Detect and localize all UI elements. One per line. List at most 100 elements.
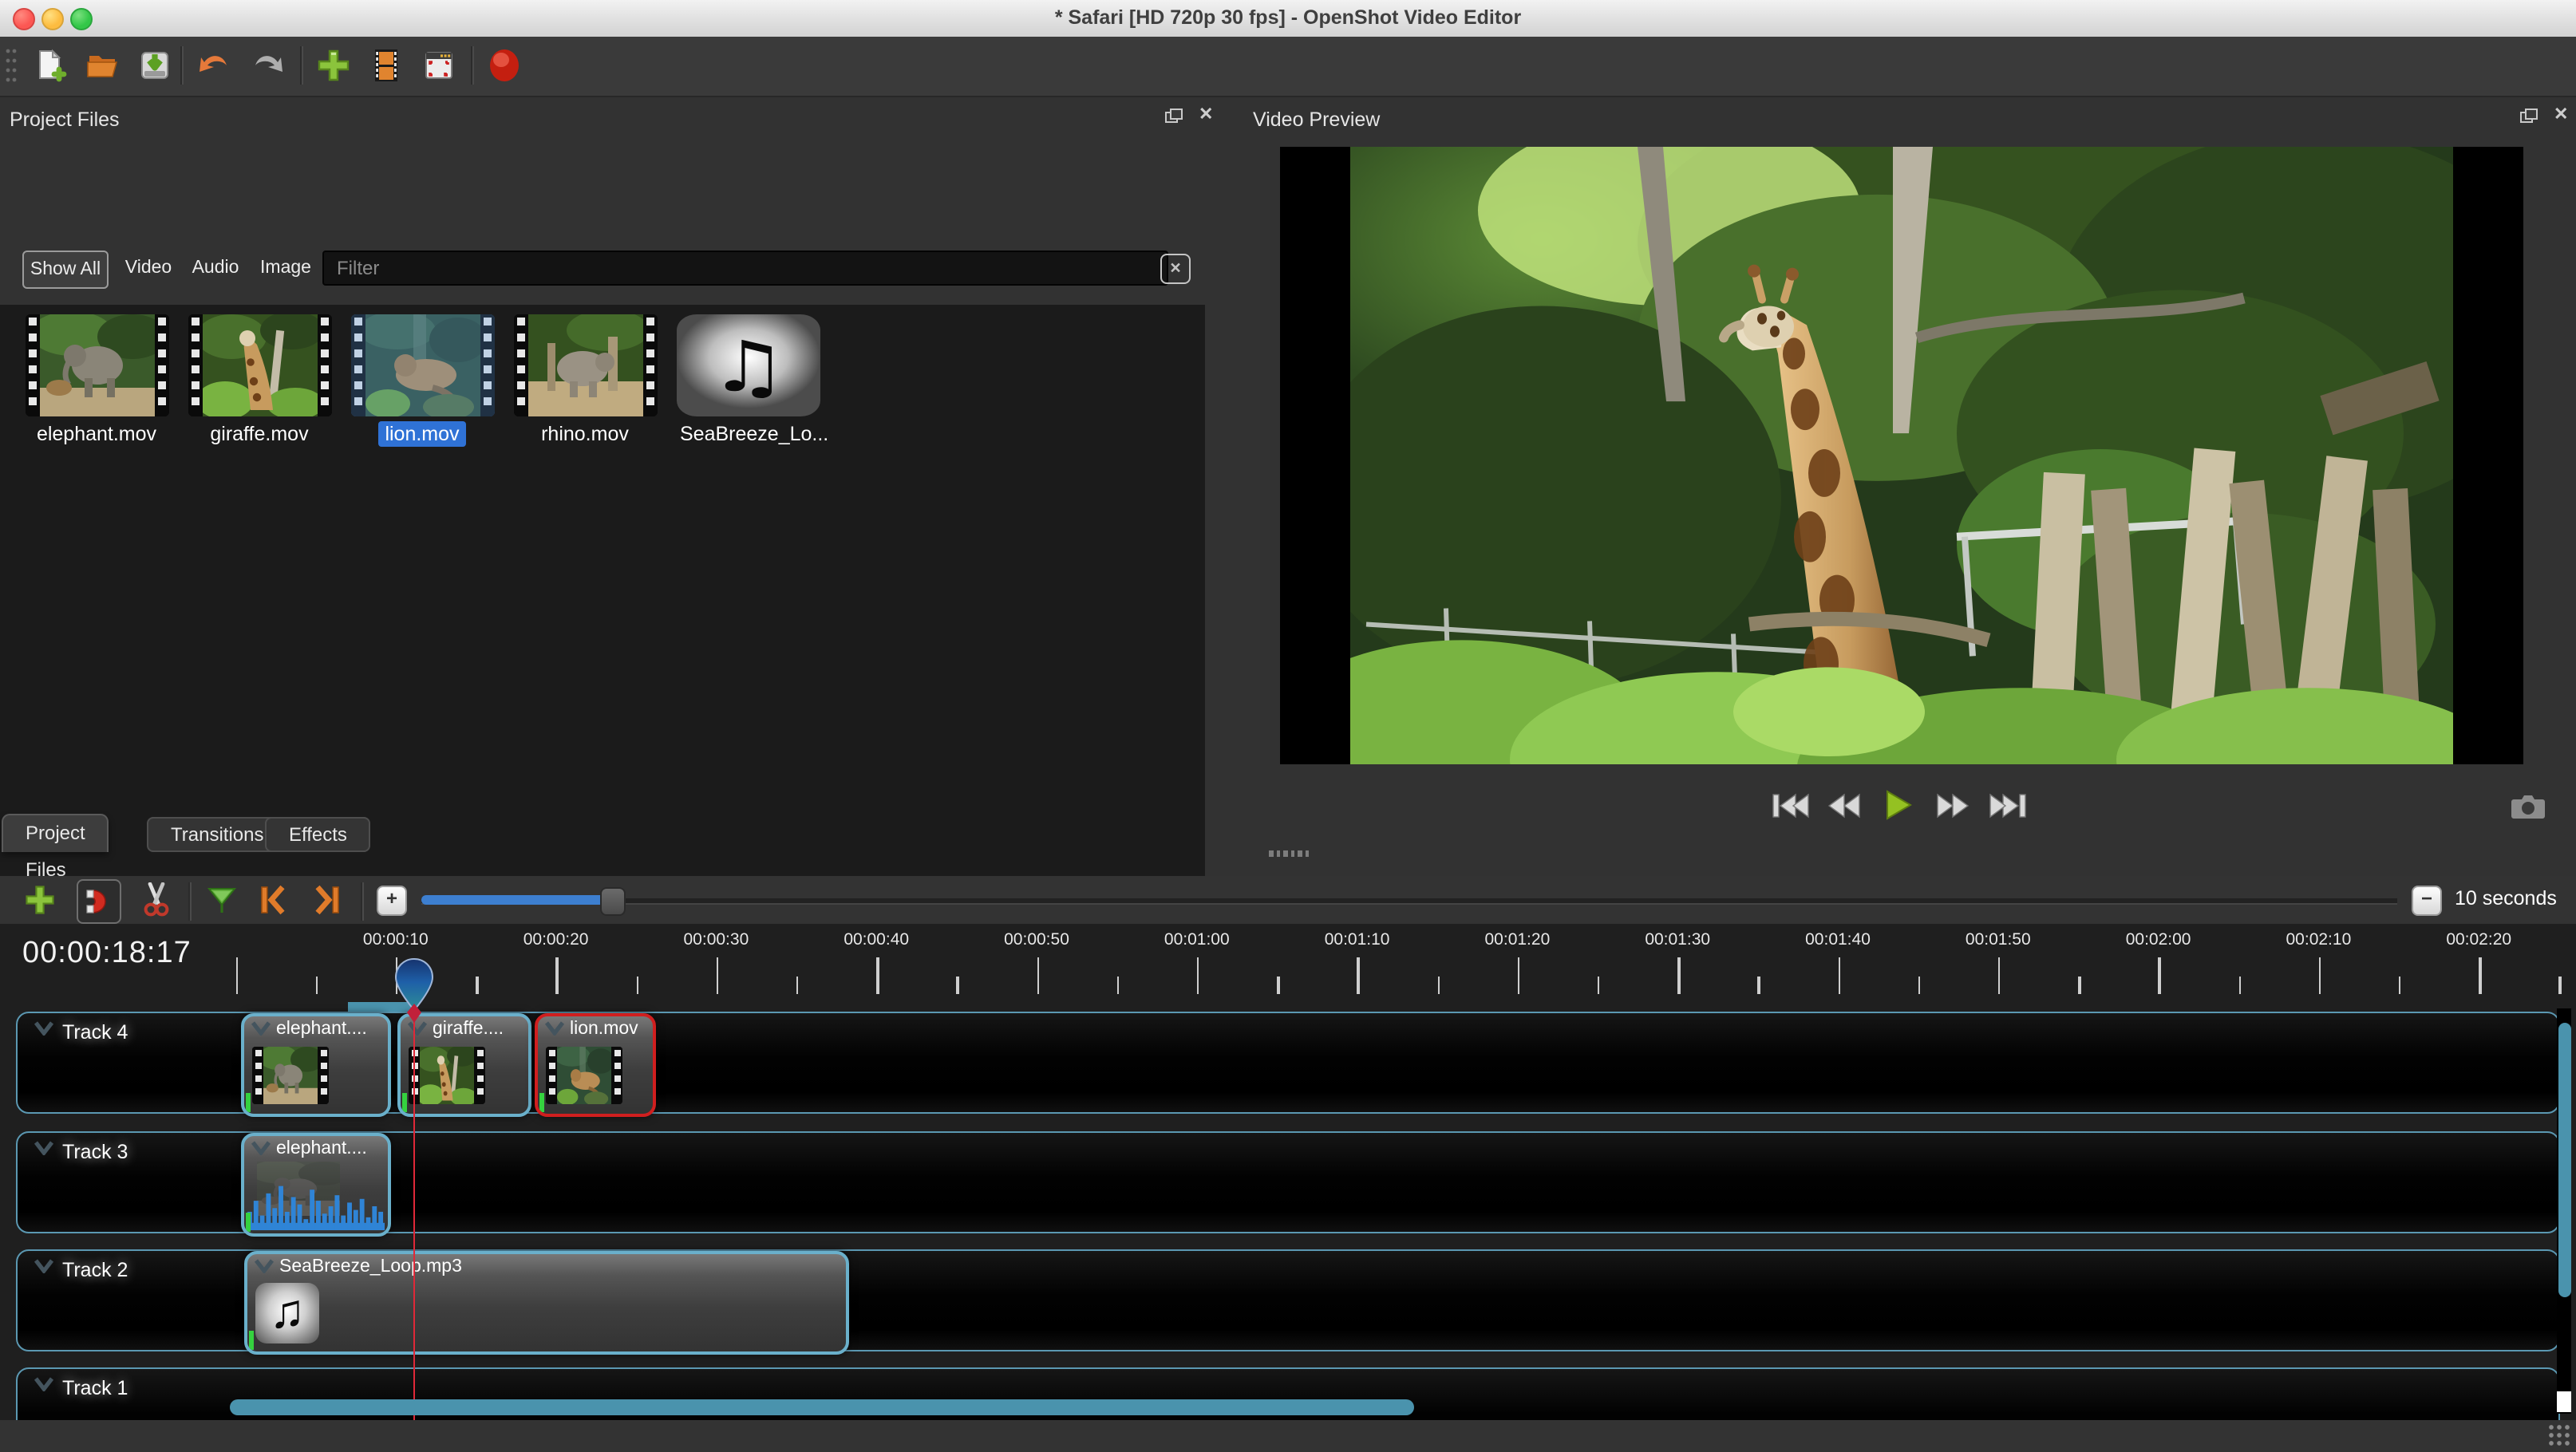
razor-tool-button[interactable] (136, 879, 177, 921)
playhead-marker[interactable] (393, 957, 436, 1024)
undo-button[interactable] (193, 45, 235, 86)
jump-end-icon (1989, 792, 2025, 818)
add-track-button[interactable] (19, 879, 61, 921)
chevron-down-icon[interactable] (34, 1021, 54, 1036)
new-project-button[interactable] (29, 45, 70, 86)
ruler-major-tick (555, 957, 559, 994)
zoom-in-button[interactable]: + (377, 886, 407, 916)
vertical-scrollbar-thumb[interactable] (2558, 1023, 2570, 1297)
rhino-thumbnail (513, 314, 657, 416)
export-video-button[interactable] (484, 45, 525, 86)
ruler-major-tick (1677, 957, 1681, 994)
playhead-line (413, 1007, 416, 1420)
chevron-down-icon[interactable] (34, 1141, 54, 1155)
chevron-down-icon[interactable] (254, 1259, 275, 1273)
ruler-minor-tick (796, 977, 799, 994)
ruler-major-tick (2318, 957, 2321, 994)
filmstrip-holes (642, 314, 657, 416)
jump-start-button[interactable] (1768, 788, 1811, 822)
ruler-time-label: 00:01:00 (1164, 930, 1230, 949)
file-item[interactable]: rhino.mov (511, 314, 659, 445)
files-area: elephant.mov giraffe.mov lion.mov rhino.mov… (0, 305, 1205, 906)
close-panel-icon[interactable]: ✕ (2554, 104, 2568, 124)
tab-project-files[interactable]: Project Files (2, 814, 109, 881)
filter-show-all-button[interactable]: Show All (22, 251, 109, 289)
horizontal-scrollbar-thumb[interactable] (230, 1399, 1414, 1415)
file-name-label: rhino.mov (511, 423, 659, 445)
chevron-down-icon[interactable] (34, 1259, 54, 1273)
vertical-scrollbar[interactable] (2557, 1008, 2571, 1414)
filmstrip-holes (318, 1047, 329, 1104)
zoom-out-button[interactable]: − (2412, 886, 2442, 916)
timeline-clip[interactable]: elephant.... (241, 1133, 391, 1237)
ruler-major-tick (1037, 957, 1039, 994)
choose-profile-button[interactable] (365, 45, 407, 86)
chevron-down-icon[interactable] (251, 1141, 271, 1155)
lion-thumbnail (350, 314, 494, 416)
add-marker-button[interactable] (201, 879, 243, 921)
ruler-minor-tick (2398, 977, 2401, 994)
ruler-time-label: 00:00:20 (523, 930, 589, 949)
ruler-time-label: 00:00:40 (844, 930, 910, 949)
timeline-clip[interactable]: SeaBreeze_Loop.mp3 ♫ (244, 1251, 849, 1355)
snapshot-button[interactable] (2511, 793, 2546, 820)
timeline-clip[interactable]: lion.mov (535, 1013, 656, 1117)
save-project-button[interactable] (134, 45, 176, 86)
zoom-slider-handle[interactable] (600, 887, 626, 916)
project-files-panel-title: Project Files (10, 109, 120, 131)
window-title: * Safari [HD 720p 30 fps] - OpenShot Vid… (1054, 6, 1522, 29)
import-files-icon (318, 49, 350, 81)
tab-effects[interactable]: Effects (265, 817, 371, 852)
ruler-time-label: 00:01:10 (1324, 930, 1390, 949)
ruler-time-label: 00:01:40 (1805, 930, 1871, 949)
close-panel-icon[interactable]: ✕ (1199, 104, 1213, 124)
zoom-slider-track[interactable] (421, 898, 2397, 905)
play-button[interactable] (1877, 788, 1920, 822)
toolbar-drag-handle[interactable] (5, 46, 18, 85)
fast-forward-button[interactable] (1931, 788, 1974, 822)
ruler-major-tick (2158, 957, 2161, 994)
chevron-down-icon[interactable] (34, 1377, 54, 1391)
ruler-minor-tick (1918, 977, 1921, 994)
ruler-minor-tick (1277, 977, 1280, 994)
ruler-major-tick (1196, 957, 1199, 994)
open-project-button[interactable] (81, 45, 123, 86)
snapping-toggle-button[interactable] (77, 879, 121, 924)
chevron-down-icon[interactable] (544, 1021, 565, 1036)
file-item[interactable]: giraffe.mov (185, 314, 334, 445)
file-item[interactable]: lion.mov (348, 314, 496, 447)
filter-audio-button[interactable]: Audio (185, 251, 246, 286)
float-panel-icon[interactable] (1165, 109, 1183, 124)
float-panel-icon[interactable] (2520, 109, 2538, 124)
panel-splitter-handle[interactable] (1269, 850, 1309, 857)
filter-input[interactable] (322, 251, 1168, 286)
ruler-time-label: 00:00:10 (362, 930, 429, 949)
fullscreen-button[interactable] (418, 45, 460, 86)
svg-text:♫: ♫ (709, 327, 788, 408)
timeline-clip[interactable]: giraffe.... (397, 1013, 531, 1117)
filmstrip-holes (188, 314, 202, 416)
ruler-minor-tick (2078, 977, 2081, 994)
redo-button[interactable] (247, 45, 289, 86)
previous-marker-button[interactable] (252, 879, 294, 921)
zoom-slider-fill (421, 895, 611, 905)
timeline-clip[interactable]: elephant.... (241, 1013, 391, 1117)
filter-image-button[interactable]: Image (254, 251, 318, 286)
filter-video-button[interactable]: Video (120, 251, 177, 286)
jump-end-button[interactable] (1985, 788, 2029, 822)
rewind-button[interactable] (1823, 788, 1866, 822)
ruler-minor-tick (1116, 977, 1120, 994)
resize-grip[interactable] (2547, 1423, 2571, 1447)
toolbar-separator (361, 882, 364, 921)
import-files-button[interactable] (313, 45, 354, 86)
track-name-label: Track 1 (62, 1377, 128, 1399)
file-item[interactable]: elephant.mov (22, 314, 171, 445)
ruler-major-tick (1838, 957, 1840, 994)
clear-filter-icon[interactable]: ✕ (1160, 254, 1191, 284)
chevron-down-icon[interactable] (251, 1021, 271, 1036)
file-item[interactable]: ♫ SeaBreeze_Lo... (674, 314, 828, 445)
file-name-label: giraffe.mov (185, 423, 334, 445)
next-marker-button[interactable] (306, 879, 348, 921)
track-row[interactable]: Track 3 (16, 1131, 2560, 1233)
ruler-minor-tick (956, 977, 959, 994)
